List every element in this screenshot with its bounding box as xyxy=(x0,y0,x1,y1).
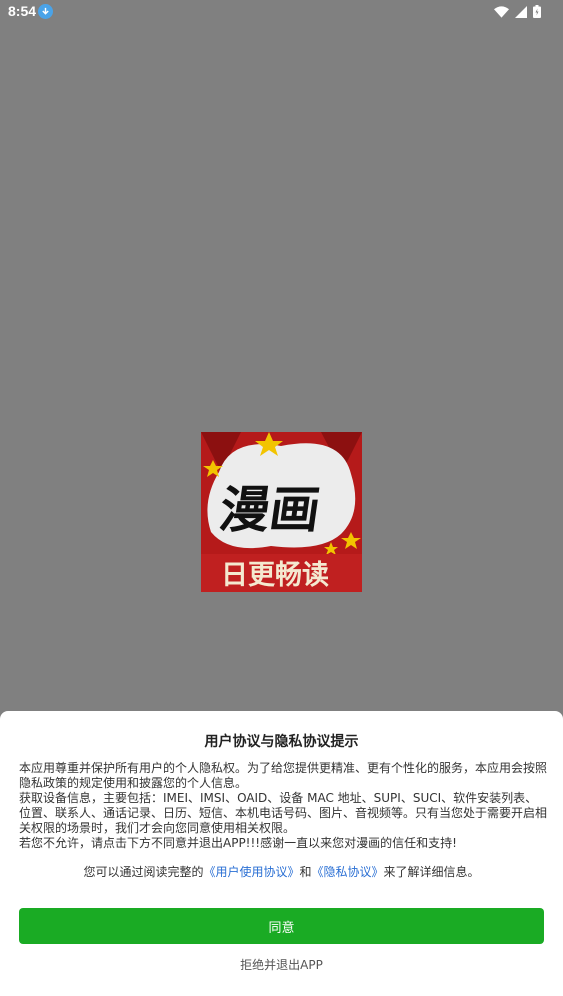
logo-subtitle: 日更畅读 xyxy=(221,560,329,591)
status-bar: 8:54 xyxy=(0,0,563,24)
note-prefix: 您可以通过阅读完整的 xyxy=(83,865,204,879)
signal-icon xyxy=(515,5,527,18)
dialog-body: 本应用尊重并保护所有用户的个人隐私权。为了给您提供更精准、更有个性化的服务，本应… xyxy=(19,761,547,851)
dialog-note: 您可以通过阅读完整的《用户使用协议》和《隐私协议》来了解详细信息。 xyxy=(0,863,563,880)
battery-icon xyxy=(533,5,541,18)
download-icon xyxy=(38,4,53,19)
privacy-policy-link[interactable]: 《隐私协议》 xyxy=(312,865,384,879)
note-and: 和 xyxy=(299,865,312,879)
user-agreement-link[interactable]: 《用户使用协议》 xyxy=(203,865,299,879)
reject-exit-button[interactable]: 拒绝并退出APP xyxy=(0,956,563,973)
body-paragraph-1: 本应用尊重并保护所有用户的个人隐私权。为了给您提供更精准、更有个性化的服务，本应… xyxy=(19,761,548,790)
body-paragraph-2: 获取设备信息，主要包括：IMEI、IMSI、OAID、设备 MAC 地址、SUP… xyxy=(19,791,548,835)
logo-title: 漫画 xyxy=(216,480,324,539)
status-time: 8:54 xyxy=(8,3,37,19)
agree-button[interactable]: 同意 xyxy=(19,908,544,944)
dialog-title: 用户协议与隐私协议提示 xyxy=(204,734,359,750)
wifi-icon xyxy=(494,5,509,18)
app-logo: 漫画 日更畅读 xyxy=(201,432,362,592)
status-icons xyxy=(494,5,541,18)
note-suffix: 来了解详细信息。 xyxy=(383,865,480,879)
privacy-dialog: 用户协议与隐私协议提示 本应用尊重并保护所有用户的个人隐私权。为了给您提供更精准… xyxy=(0,711,563,996)
body-paragraph-3: 若您不允许，请点击下方不同意并退出APP!!!感谢一直以来您对漫画的信任和支持! xyxy=(19,836,457,850)
